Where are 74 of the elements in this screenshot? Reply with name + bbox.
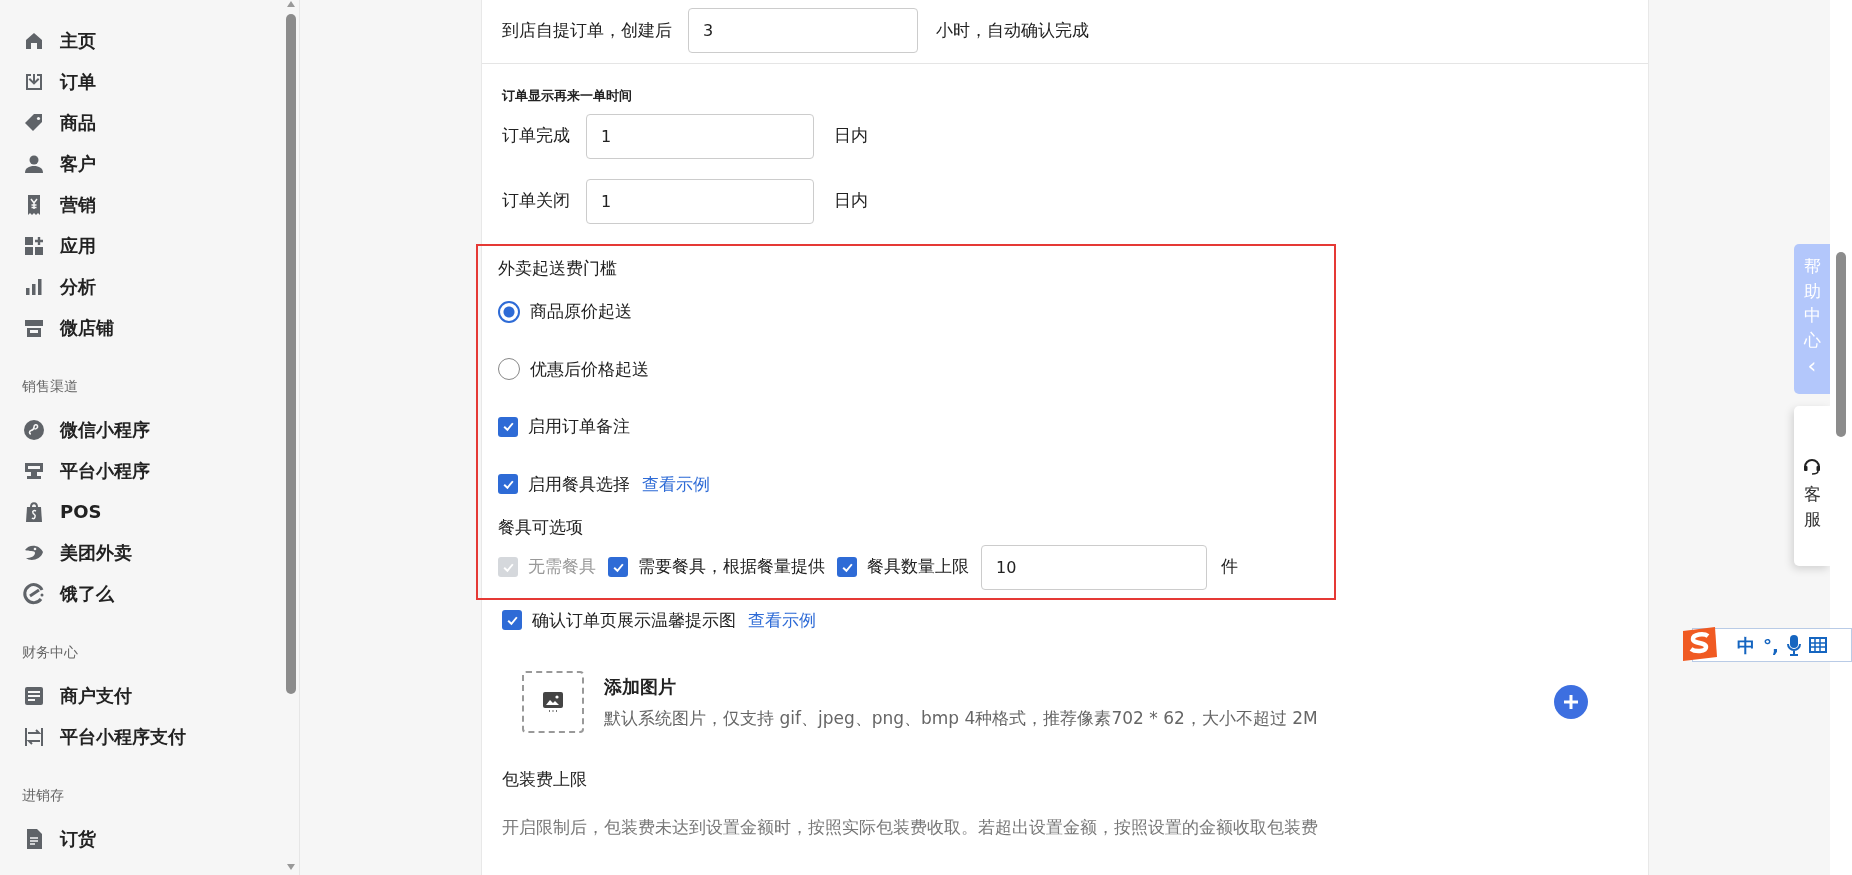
sidebar-item[interactable]: 客户: [22, 143, 283, 184]
field-label: 订单完成: [502, 124, 570, 148]
checkbox[interactable]: [837, 557, 857, 577]
field-suffix: 日内: [834, 124, 868, 148]
circle-link-icon: [22, 417, 46, 442]
field-suffix: 小时，自动确认完成: [936, 18, 1089, 42]
plus-icon: [1562, 693, 1580, 711]
field-suffix: 日内: [834, 189, 868, 213]
keyboard-icon[interactable]: [1808, 637, 1827, 653]
checkbox[interactable]: [498, 474, 518, 495]
sidebar-item[interactable]: 订单: [22, 61, 283, 102]
section-title: 外卖起送费门槛: [498, 256, 618, 280]
field-label: 到店自提订单，创建后: [502, 18, 672, 42]
sidebar-item[interactable]: 商户支付: [22, 675, 283, 716]
section-heading: 财务中心: [22, 643, 79, 662]
field-label: 订单关闭: [502, 189, 570, 213]
help-center-label: 帮助中心: [1803, 255, 1821, 352]
option-label: 商品原价起送: [530, 300, 632, 323]
add-button[interactable]: [1554, 685, 1588, 719]
option-label: 确认订单页展示温馨提示图: [532, 608, 736, 632]
sidebar-item[interactable]: 微信小程序: [22, 409, 283, 450]
upload-hint: 默认系统图片，仅支持 gif、jpeg、png、bmp 4种格式，推荐像素702 * 62，大小不超过 2M: [604, 706, 1318, 730]
sidebar-item[interactable]: 营销: [22, 184, 283, 225]
ime-mode: 中: [1737, 633, 1755, 658]
scroll-down-icon[interactable]: [286, 863, 296, 871]
radio-button[interactable]: [498, 300, 520, 323]
customer-service-label: 客服: [1803, 483, 1821, 531]
sidebar-item[interactable]: 分析: [22, 266, 283, 307]
checkbox[interactable]: [498, 416, 518, 437]
sidebar-item[interactable]: 订货: [22, 818, 283, 859]
section-title: 包装费上限: [501, 768, 588, 791]
circle-e-icon: [22, 581, 46, 606]
option-label: 优惠后价格起送: [530, 357, 649, 381]
scroll-up-icon[interactable]: [286, 0, 296, 8]
sidebar-item[interactable]: 主页: [22, 20, 283, 61]
option-label: 餐具数量上限: [867, 555, 969, 579]
sidebar-item[interactable]: 平台小程序支付: [22, 716, 283, 757]
sidebar-item[interactable]: 商品: [22, 102, 283, 143]
sidebar-item[interactable]: 平台小程序: [22, 450, 283, 491]
option-label: 启用餐具选择: [528, 472, 630, 496]
checkbox[interactable]: [608, 557, 628, 577]
microphone-icon[interactable]: [1786, 634, 1801, 656]
ime-punctuation: °,: [1763, 633, 1779, 658]
option-label: 需要餐具，根据餐量提供: [638, 555, 825, 579]
section-description: 开启限制后，包装费未达到设置金额时，按照实际包装费收取。若超出设置金额，按照设置的金额收取包装费: [501, 815, 1319, 839]
image-upload-placeholder[interactable]: [522, 671, 584, 733]
upload-title: 添加图片: [604, 674, 677, 699]
sidebar-scrollbar[interactable]: [286, 14, 296, 694]
checkbox[interactable]: [502, 610, 522, 631]
example-link[interactable]: 查看示例: [642, 471, 710, 497]
sidebar-item[interactable]: 应用: [22, 225, 283, 266]
option-label: 启用订单备注: [528, 415, 630, 438]
example-link[interactable]: 查看示例: [748, 607, 816, 633]
checkmark-icon: [501, 420, 515, 434]
input-field[interactable]: 10: [981, 544, 1207, 590]
input-field[interactable]: 1: [586, 178, 814, 224]
sidebar-item[interactable]: 微店铺: [22, 307, 283, 348]
sidebar-item[interactable]: 美团外卖: [22, 532, 283, 573]
sidebar-item[interactable]: 饿了么: [22, 573, 283, 614]
option-label: 无需餐具: [528, 555, 596, 579]
radio-button[interactable]: [498, 358, 520, 381]
section-heading: 销售渠道: [22, 377, 79, 396]
collapse-arrow: ‹: [1807, 354, 1817, 377]
customer-service-tab[interactable]: 客服: [1794, 406, 1830, 566]
headset-icon: [1802, 456, 1822, 476]
section-title: 餐具可选项: [498, 516, 584, 539]
page-scrollbar[interactable]: [1836, 252, 1846, 437]
field-suffix: 件: [1221, 555, 1238, 579]
image-icon: [541, 690, 565, 714]
section-heading: 进销存: [22, 786, 65, 805]
section-subtitle: 订单显示再来一单时间: [501, 87, 633, 105]
input-field[interactable]: 3: [688, 8, 918, 53]
sidebar-item[interactable]: POS: [22, 491, 283, 532]
input-field[interactable]: 1: [586, 113, 814, 159]
